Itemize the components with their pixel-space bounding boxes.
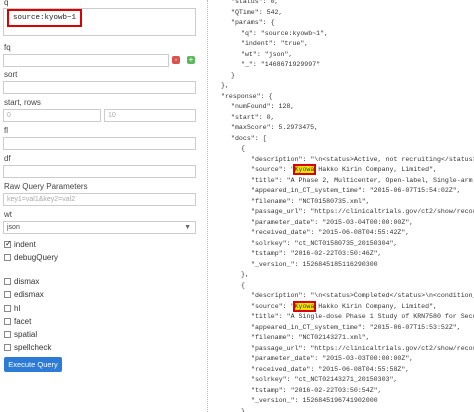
spatial-label: spatial [14,330,38,339]
checkbox-checked-icon [4,239,12,249]
json-line: }, [241,271,249,278]
json-line: "description": "\n<status>Completed</sta… [251,292,474,299]
df-input[interactable] [3,165,196,178]
raw-params-label: Raw Query Parameters [4,182,88,191]
q-label: q [4,0,9,7]
edismax-checkbox[interactable]: edismax [4,290,44,300]
highlighted-match: Kyowa [292,164,317,175]
raw-params-input[interactable]: key1=val1&key2=val2 [3,193,196,206]
json-line: "parameter_date": "2015-03-03T00:00:00Z"… [251,355,414,362]
json-line: "passage_url": "https://clinicaltrials.g… [251,208,474,215]
debugquery-label: debugQuery [14,253,59,262]
fq-remove-button[interactable]: - [172,56,180,64]
json-line: } [231,71,235,79]
fl-label: fl [4,126,8,135]
execute-query-button[interactable]: Execute Query [4,357,62,372]
checkbox-icon [4,278,11,285]
json-text: "source": " [251,302,295,310]
wt-select[interactable]: json ▼ [3,221,196,234]
json-line: "appeared_in_CT_system_time": "2015-06-0… [251,187,461,194]
json-line: "numFound": 128, [231,103,295,110]
fq-input[interactable] [3,54,169,67]
chevron-down-icon: ▼ [184,224,191,231]
json-text: Hakko Kirin Company, Limited", [314,166,437,173]
edismax-label: edismax [14,290,44,299]
df-label: df [4,154,11,163]
json-line: "response": { [221,92,273,100]
dismax-label: dismax [14,277,40,286]
json-line: "received_date": "2015-06-08T04:55:42Z", [251,229,410,236]
json-line: "QTime": 542, [231,8,283,16]
json-line: "source": "Kyowa Hakko Kirin Company, Li… [251,164,437,175]
fl-input[interactable] [3,137,196,150]
debugquery-checkbox[interactable]: debugQuery [4,253,58,263]
start-input[interactable]: 0 [3,109,101,122]
json-text: "source": " [251,166,295,173]
checkbox-icon [4,344,11,351]
panel-divider [207,0,208,412]
checkbox-icon [4,291,11,298]
json-line: "tstamp": "2016-02-22T03:50:54Z", [251,386,382,394]
dismax-checkbox[interactable]: dismax [4,277,39,287]
json-line: "passage_url": "https://clinicaltrials.g… [251,344,474,352]
query-form: q source:kyowb~1 fq - + sort start, rows… [0,0,205,412]
checkbox-icon [4,331,11,338]
json-line: "docs": [ [231,134,267,142]
start-rows-label: start, rows [4,98,41,107]
json-line: "tstamp": "2016-02-22T03:50:46Z", [251,250,382,257]
sort-input[interactable] [3,81,196,94]
facet-label: facet [14,317,32,326]
json-line: "source": "Kyowa Hakko Kirin Company, Li… [251,300,437,312]
json-line: "_version_": 1526845196741902000 [251,397,378,404]
json-line: }, [221,82,229,89]
json-line: "appeared_in_CT_system_time": "2015-06-0… [251,323,461,331]
spellcheck-checkbox[interactable]: spellcheck [4,343,51,353]
json-line: "_": "1468671929997" [241,61,321,68]
json-line: "indent": "true", [241,40,309,47]
wt-value: json [7,224,20,231]
json-line: "description": "\n<status>Active, not re… [251,155,474,163]
json-line: "received_date": "2015-06-08T04:55:58Z", [251,365,410,373]
rows-input[interactable]: 10 [104,109,196,122]
indent-checkbox[interactable]: indent [4,239,36,250]
json-line: "solrkey": "ct_NCT02143271_20150303", [251,376,398,383]
checkbox-icon [4,305,11,312]
json-line: "start": 0, [231,113,275,121]
spatial-checkbox[interactable]: spatial [4,330,37,340]
json-text: Hakko Kirin Company, Limited", [314,302,437,310]
json-line: "parameter_date": "2015-03-04T00:00:00Z"… [251,218,414,226]
json-line: "solrkey": "ct_NCT01580735_20150304", [251,239,398,247]
json-line: "title": "A Single-dose Phase 1 Study of… [251,313,474,320]
q-value: source:kyowb~1 [7,9,83,27]
checkbox-icon [4,318,11,325]
q-textarea[interactable]: source:kyowb~1 [3,8,196,36]
json-line: "maxScore": 5.2973475, [231,124,319,131]
facet-checkbox[interactable]: facet [4,317,31,327]
json-response-panel: "status": 0, "QTime": 542, "params": { "q":… [211,0,474,412]
indent-label: indent [14,240,36,249]
json-line: { [241,145,245,152]
spellcheck-label: spellcheck [14,343,52,352]
sort-label: sort [4,70,18,79]
hl-label: hl [14,304,21,313]
wt-label: wt [4,210,12,219]
fq-add-button[interactable]: + [187,56,195,64]
json-line: "filename": "NCT01580735.xml", [251,197,370,205]
hl-checkbox[interactable]: hl [4,304,20,314]
json-line: "filename": "NCT02143271.xml", [251,334,370,341]
highlighted-match: Kyowa [292,300,317,312]
json-line: "params": { [231,19,275,26]
json-line: "status": 0, [231,0,279,5]
json-line: "wt": "json", [241,50,293,58]
fq-label: fq [4,43,11,52]
checkbox-icon [4,254,11,261]
json-line: "_version_": 1526845185116290300 [251,260,378,268]
json-line: "title": "A Phase 2, Multicenter, Open-l… [251,176,473,184]
json-line: }, [241,407,249,412]
json-line: "q": "source:kyowb~1", [241,29,329,37]
json-line: { [241,281,245,289]
